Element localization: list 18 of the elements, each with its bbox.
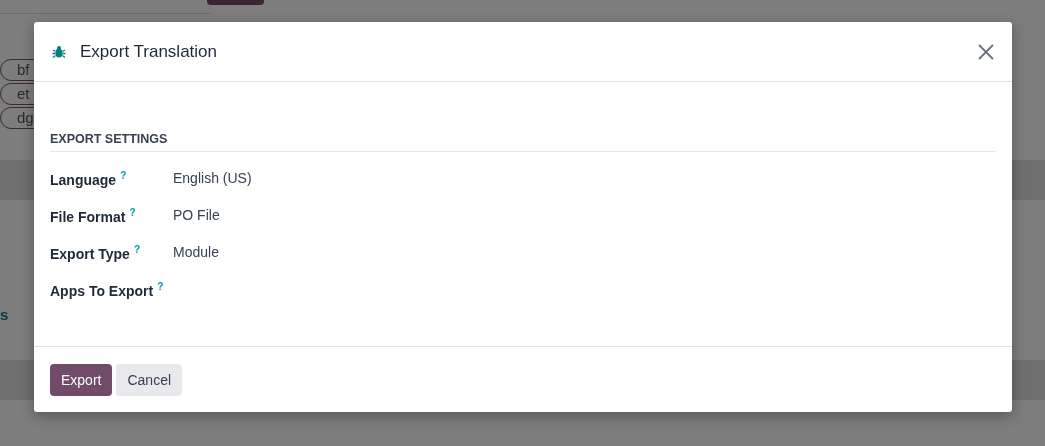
field-label: Apps To Export $^{?}$: [50, 281, 165, 299]
help-icon[interactable]: ?: [133, 244, 140, 255]
help-icon[interactable]: ?: [157, 281, 164, 292]
field-value[interactable]: English (US): [173, 170, 252, 186]
help-icon[interactable]: ?: [120, 170, 127, 181]
section-title: EXPORT SETTINGS: [50, 132, 996, 152]
export-button[interactable]: Export: [50, 363, 113, 396]
field-label: File Format $^{?}$: [50, 207, 137, 225]
field-label: Export Type $^{?}$: [50, 244, 141, 262]
field-label: Language $^{?}$: [50, 170, 128, 188]
field-value[interactable]: Module: [173, 244, 219, 260]
help-icon[interactable]: ?: [129, 207, 136, 218]
close-icon: [978, 43, 994, 60]
field-value[interactable]: PO File: [173, 207, 220, 223]
cancel-button[interactable]: Cancel: [116, 363, 183, 396]
link-text: s: [0, 306, 9, 323]
bug-icon: [52, 44, 66, 59]
dialog-title: Export Translation: [80, 41, 218, 62]
